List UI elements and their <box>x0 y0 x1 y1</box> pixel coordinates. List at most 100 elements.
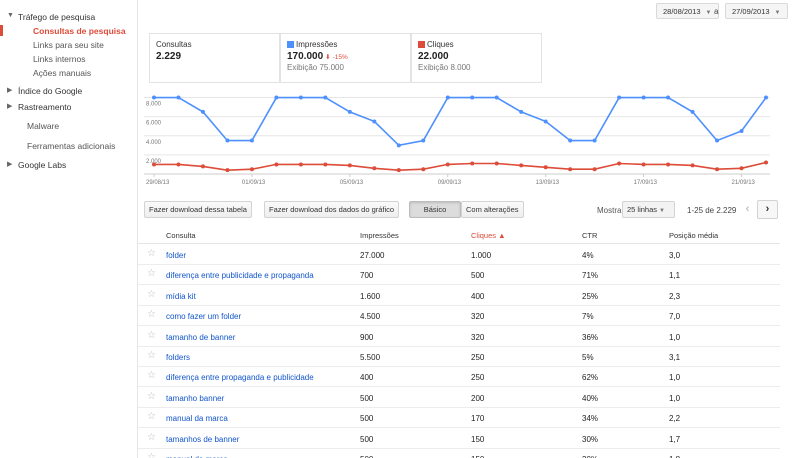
rows-per-page-select[interactable]: 25 linhas ▼ <box>622 201 675 218</box>
impressions-cell: 27.000 <box>360 251 385 260</box>
data-point <box>641 162 646 167</box>
start-date-picker[interactable]: 28/08/2013 ▼ <box>656 3 719 19</box>
query-cell[interactable]: folders <box>166 353 190 362</box>
star-icon[interactable]: ☆ <box>147 330 156 341</box>
column-header-avg-position[interactable]: Posição média <box>669 231 718 240</box>
avg-position-cell: 1,0 <box>669 332 681 342</box>
data-point <box>592 138 597 143</box>
avg-position-cell: 1,7 <box>669 434 681 444</box>
data-point <box>421 167 426 172</box>
previous-page-chevron-icon[interactable]: ‹ <box>738 201 757 218</box>
impressions-label: Impressões <box>296 40 338 49</box>
star-icon[interactable]: ☆ <box>147 391 156 402</box>
traffic-chart: 8.0006.0004.0002.00029/08/13 01/09/13 05/0… <box>144 95 770 186</box>
sidebar-item-manual-actions[interactable]: Ações manuais <box>33 68 91 78</box>
avg-position-cell: 7,0 <box>669 312 681 322</box>
query-cell[interactable]: tamanho de banner <box>166 333 235 342</box>
avg-position-cell: 2,2 <box>669 414 681 424</box>
next-page-chevron-icon[interactable]: › <box>757 200 778 219</box>
column-header-query[interactable]: Consulta <box>166 231 196 240</box>
data-point <box>764 160 768 165</box>
data-point <box>690 109 695 114</box>
date-separator: a <box>714 7 719 16</box>
clicks-cell: 250 <box>471 373 485 383</box>
star-icon[interactable]: ☆ <box>147 432 156 443</box>
data-point <box>666 95 671 100</box>
impressions-cell: 500 <box>360 393 374 403</box>
data-point <box>739 166 744 171</box>
star-icon[interactable]: ☆ <box>147 412 156 422</box>
star-icon[interactable]: ☆ <box>147 249 156 259</box>
clicks-stat-card[interactable]: Cliques 22.000 Exibição 8.000 <box>411 33 542 83</box>
queries-label: Consultas <box>156 40 192 49</box>
sidebar-item-links-to-site[interactable]: Links para seu site <box>33 40 104 50</box>
x-tick-label: 21/09/13 <box>732 180 756 186</box>
query-cell[interactable]: diferença entre propaganda e publicidade <box>166 373 314 382</box>
star-icon[interactable]: ☆ <box>147 371 156 381</box>
sidebar-item-search-queries[interactable]: Consultas de pesquisa <box>33 26 126 36</box>
data-point <box>715 167 720 172</box>
data-point <box>249 167 254 172</box>
data-point <box>617 95 622 100</box>
data-point <box>592 167 597 172</box>
download-chart-data-button[interactable]: Fazer download dos dados do gráfico <box>264 201 400 218</box>
star-icon[interactable]: ☆ <box>147 351 156 361</box>
sidebar-section-google-labs[interactable]: ▶ Google Labs <box>7 160 66 170</box>
data-point <box>396 143 401 148</box>
column-header-ctr[interactable]: CTR <box>582 231 597 240</box>
data-point <box>519 163 524 168</box>
basic-view-button[interactable]: Básico <box>409 201 461 218</box>
impressions-cell: 500 <box>360 414 374 424</box>
avg-position-cell: 1,0 <box>669 373 681 383</box>
sidebar-section-google-index[interactable]: ▶ Índice do Google <box>7 86 82 96</box>
impressions-cell: 500 <box>360 434 374 444</box>
query-cell[interactable]: folder <box>166 251 186 260</box>
show-rows-label: Mostrar <box>597 206 625 215</box>
column-header-clicks[interactable]: Cliques ▲ <box>471 231 506 240</box>
caret-down-icon: ▼ <box>774 10 781 16</box>
data-point <box>568 138 573 143</box>
triangle-right-icon: ▶ <box>7 87 13 94</box>
with-changes-view-button[interactable]: Com alterações <box>461 201 524 218</box>
table-row: ☆ folders 5.500 250 5% 3,1 <box>138 347 780 367</box>
data-point <box>715 138 720 143</box>
data-point <box>347 163 352 168</box>
star-icon[interactable]: ☆ <box>147 289 156 300</box>
data-point <box>494 161 499 166</box>
query-cell[interactable]: como fazer um folder <box>166 312 241 321</box>
end-date-picker[interactable]: 27/09/2013 ▼ <box>725 3 788 19</box>
sidebar-item-internal-links[interactable]: Links internos <box>33 54 85 64</box>
sidebar-section-crawl[interactable]: ▶ Rastreamento <box>7 102 71 112</box>
star-icon[interactable]: ☆ <box>147 453 156 458</box>
impressions-cell: 700 <box>360 271 374 281</box>
table-row: ☆ como fazer um folder 4.500 320 7% 7,0 <box>138 306 780 327</box>
impressions-cell: 400 <box>360 373 374 383</box>
ctr-cell: 7% <box>582 312 594 322</box>
data-point <box>152 162 156 167</box>
clicks-cell: 150 <box>471 434 485 444</box>
avg-position-cell: 1,1 <box>669 271 681 281</box>
x-tick-label: 09/09/13 <box>438 180 462 186</box>
column-header-impressions[interactable]: Impressões <box>360 231 399 240</box>
ctr-cell: 71% <box>582 271 599 281</box>
impressions-cell: 5.500 <box>360 353 381 362</box>
star-icon[interactable]: ☆ <box>147 269 156 279</box>
query-cell[interactable]: mídia kit <box>166 292 196 301</box>
query-cell[interactable]: manual da marca <box>166 414 228 423</box>
x-tick-label: 13/09/13 <box>536 180 560 186</box>
query-cell[interactable]: tamanhos de banner <box>166 435 239 444</box>
data-point <box>249 138 254 143</box>
impressions-color-swatch <box>287 41 294 48</box>
impressions-stat-card[interactable]: Impressões 170.000 ⬇ -15% Exibição 75.000 <box>280 33 411 83</box>
download-table-button[interactable]: Fazer download dessa tabela <box>144 201 252 218</box>
query-cell[interactable]: tamanho banner <box>166 394 224 403</box>
sidebar-item-malware[interactable]: Malware <box>27 121 59 131</box>
star-icon[interactable]: ☆ <box>147 310 156 320</box>
table-header: Consulta Impressões Cliques ▲ CTR Posiçã… <box>138 226 780 244</box>
sidebar-item-additional-tools[interactable]: Ferramentas adicionais <box>27 141 115 151</box>
query-cell[interactable]: diferença entre publicidade e propaganda <box>166 271 314 280</box>
sidebar-section-search-traffic[interactable]: ▼ Tráfego de pesquisa <box>7 12 95 22</box>
clicks-cell: 400 <box>471 291 485 301</box>
table-row: ☆ tamanho de banner 900 320 36% 1,0 <box>138 327 780 347</box>
pagination-range: 1-25 de 2.229 <box>687 206 737 215</box>
